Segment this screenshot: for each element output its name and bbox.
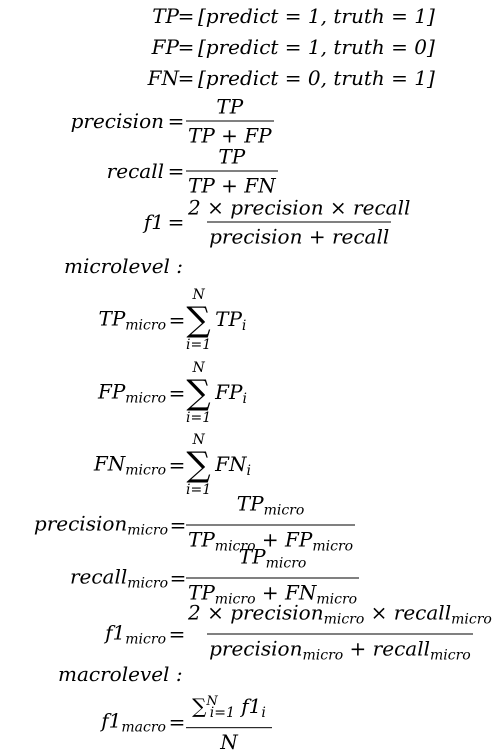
fp-lhs: FP (151, 35, 179, 59)
recall-lhs: recall (106, 159, 164, 183)
equals-sign: = (177, 4, 195, 28)
equals-sign: = (168, 710, 186, 734)
fn-micro-sum: N ∑ i=1 FNi (186, 432, 251, 498)
sum-term: FPi (215, 379, 247, 407)
recall-micro-numerator: TPmicro (238, 544, 307, 572)
fn-lhs: FN (147, 66, 179, 90)
f1-lhs: f1 (143, 210, 164, 234)
summation-icon: N ∑ i=1 (186, 432, 212, 498)
precision-micro-numerator: TPmicro (236, 491, 305, 519)
tp-micro-sum: N ∑ i=1 TPi (186, 287, 246, 353)
equals-sign: = (169, 566, 187, 590)
f1-macro-lhs: f1macro (101, 708, 166, 736)
summation-icon: N ∑ i=1 (186, 360, 212, 426)
equals-sign: = (177, 35, 195, 59)
equals-sign: = (177, 66, 195, 90)
f1-micro-denominator: precisionmicro + recallmicro (207, 633, 473, 668)
precision-fraction: TP TP + FP (186, 95, 274, 148)
recall-numerator: TP (218, 144, 246, 169)
precision-denominator: TP + FP (186, 120, 274, 148)
equals-sign: = (167, 210, 185, 234)
fp-micro-sum: N ∑ i=1 FPi (186, 360, 247, 426)
sum-term: FNi (215, 451, 251, 479)
f1-denominator: precision + recall (207, 221, 392, 249)
fp-rhs: [predict = 1, truth = 0] (198, 35, 435, 59)
equals-sign: = (168, 308, 186, 332)
fn-rhs: [predict = 0, truth = 1] (198, 66, 435, 90)
fn-micro-lhs: FNmicro (93, 451, 166, 479)
recall-micro-lhs: recallmicro (69, 564, 168, 592)
precision-numerator: TP (216, 94, 244, 119)
summation-icon: ∑ (192, 693, 207, 718)
f1-macro-denominator: N (186, 726, 272, 754)
f1-macro-fraction: ∑Ni=1 f1i N (186, 690, 272, 754)
equals-sign: = (168, 453, 186, 477)
equals-sign: = (167, 159, 185, 183)
recall-fraction: TP TP + FN (186, 145, 278, 198)
equals-sign: = (168, 622, 186, 646)
fp-micro-lhs: FPmicro (97, 379, 166, 407)
macrolevel-heading: macrolevel : (58, 662, 183, 686)
f1-micro-numerator: 2 × precisionmicro × recallmicro (188, 600, 492, 628)
recall-denominator: TP + FN (186, 170, 278, 198)
summation-icon: N ∑ i=1 (186, 287, 212, 353)
equals-sign: = (168, 381, 186, 405)
f1-fraction: 2 × precision × recall precision + recal… (186, 196, 412, 249)
f1-micro-fraction: 2 × precisionmicro × recallmicro precisi… (186, 601, 494, 668)
tp-rhs: [predict = 1, truth = 1] (198, 4, 435, 28)
f1-micro-lhs: f1micro (105, 620, 166, 648)
sum-term: TPi (215, 306, 247, 334)
equals-sign: = (167, 109, 185, 133)
equals-sign: = (169, 513, 187, 537)
precision-lhs: precision (70, 109, 164, 133)
f1-macro-numerator: ∑Ni=1 f1i (192, 693, 266, 721)
tp-micro-lhs: TPmicro (98, 306, 166, 334)
microlevel-heading: microlevel : (64, 254, 184, 278)
tp-lhs: TP (152, 4, 179, 28)
f1-numerator: 2 × precision × recall (188, 195, 411, 220)
precision-micro-lhs: precisionmicro (33, 511, 168, 539)
